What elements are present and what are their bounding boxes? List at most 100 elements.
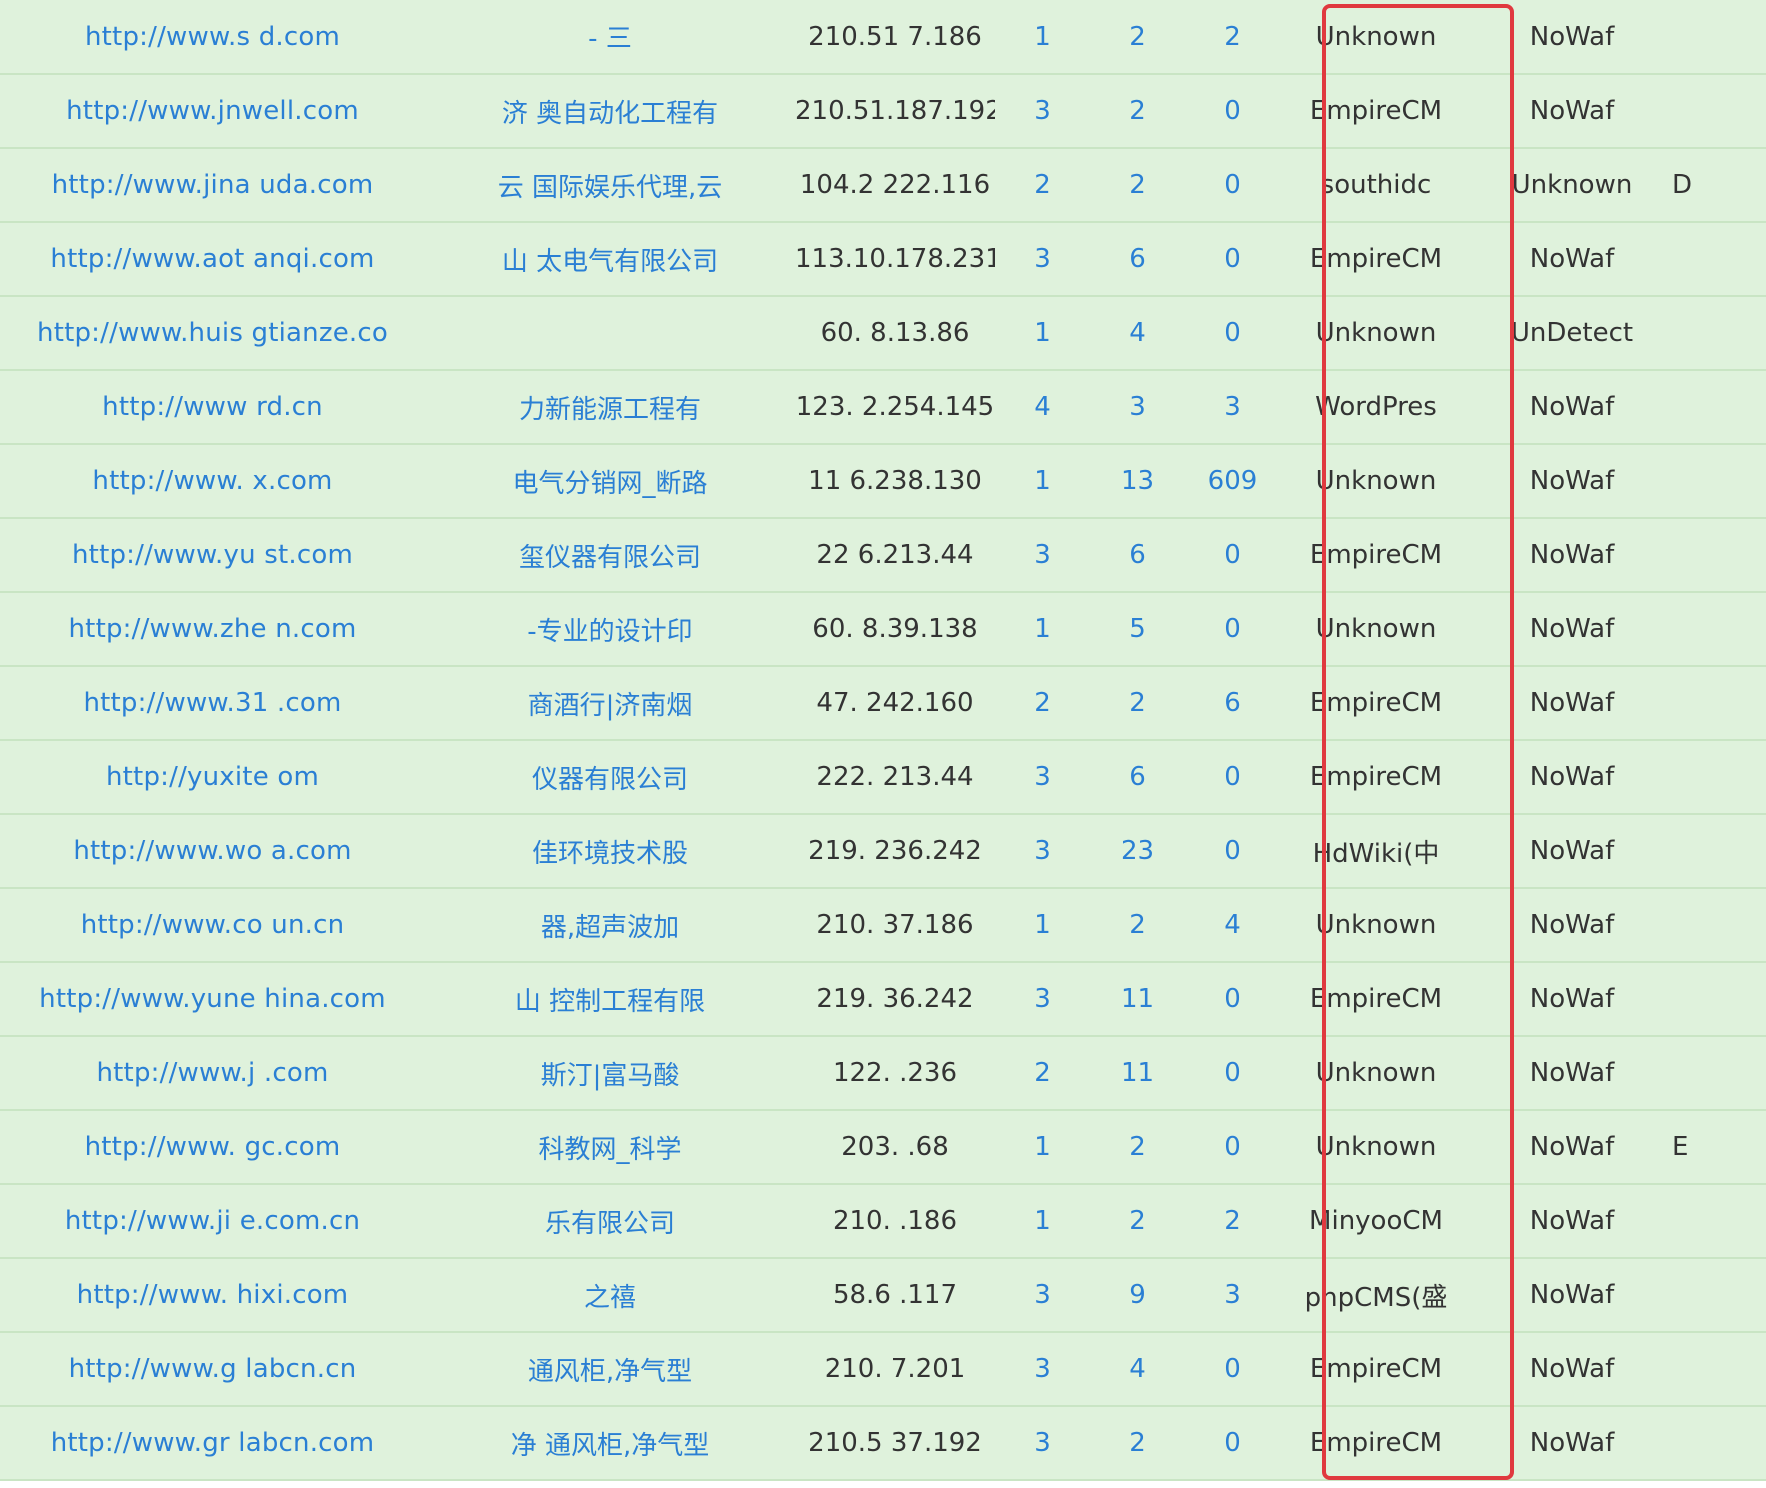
count-2-link[interactable]: 4 bbox=[1090, 296, 1185, 370]
count-2-link[interactable]: 2 bbox=[1090, 888, 1185, 962]
count-2-link[interactable]: 11 bbox=[1090, 1036, 1185, 1110]
site-url-link[interactable]: http://www.ji e.com.cn bbox=[0, 1184, 425, 1258]
count-3-link[interactable]: 0 bbox=[1185, 74, 1280, 148]
site-title-link[interactable]: 电气分销网_断路 bbox=[425, 444, 795, 518]
site-title-link[interactable]: 仪器有限公司 bbox=[425, 740, 795, 814]
site-title-link[interactable]: 通风柜,净气型 bbox=[425, 1332, 795, 1406]
count-2-link[interactable]: 2 bbox=[1090, 148, 1185, 222]
count-3-link[interactable]: 0 bbox=[1185, 518, 1280, 592]
site-title-link[interactable]: 乐有限公司 bbox=[425, 1184, 795, 1258]
count-2-link[interactable]: 4 bbox=[1090, 1332, 1185, 1406]
count-3-link[interactable]: 0 bbox=[1185, 1110, 1280, 1184]
count-1-link[interactable]: 3 bbox=[995, 814, 1090, 888]
count-1-link[interactable]: 3 bbox=[995, 740, 1090, 814]
site-title-link[interactable]: 佳环境技术股 bbox=[425, 814, 795, 888]
count-1-link[interactable]: 4 bbox=[995, 370, 1090, 444]
site-url-link[interactable]: http://www.31 .com bbox=[0, 666, 425, 740]
site-url-link[interactable]: http://www. gc.com bbox=[0, 1110, 425, 1184]
site-title-link[interactable]: - 三 bbox=[425, 0, 795, 74]
count-3-link[interactable]: 2 bbox=[1185, 1184, 1280, 1258]
count-3-link[interactable]: 0 bbox=[1185, 814, 1280, 888]
count-1-link[interactable]: 3 bbox=[995, 962, 1090, 1036]
count-2-link[interactable]: 6 bbox=[1090, 222, 1185, 296]
site-title-link[interactable]: 云 国际娱乐代理,云 bbox=[425, 148, 795, 222]
count-3-link[interactable]: 6 bbox=[1185, 666, 1280, 740]
count-3-link[interactable]: 3 bbox=[1185, 370, 1280, 444]
site-title-link[interactable]: 器,超声波加 bbox=[425, 888, 795, 962]
site-url-link[interactable]: http://www.co un.cn bbox=[0, 888, 425, 962]
count-3-link[interactable]: 0 bbox=[1185, 592, 1280, 666]
site-url-link[interactable]: http://www.jina uda.com bbox=[0, 148, 425, 222]
count-3-link[interactable]: 0 bbox=[1185, 1406, 1280, 1480]
count-1-link[interactable]: 3 bbox=[995, 222, 1090, 296]
count-1-link[interactable]: 1 bbox=[995, 0, 1090, 74]
count-2-link[interactable]: 2 bbox=[1090, 74, 1185, 148]
site-url-link[interactable]: http://www.gr labcn.com bbox=[0, 1406, 425, 1480]
site-url-link[interactable]: http://www.yune hina.com bbox=[0, 962, 425, 1036]
count-1-link[interactable]: 3 bbox=[995, 518, 1090, 592]
count-3-link[interactable]: 3 bbox=[1185, 1258, 1280, 1332]
count-3-link[interactable]: 0 bbox=[1185, 962, 1280, 1036]
site-title-link[interactable]: 净 通风柜,净气型 bbox=[425, 1406, 795, 1480]
site-url-link[interactable]: http://www.s d.com bbox=[0, 0, 425, 74]
site-title-link[interactable]: 商酒行|济南烟 bbox=[425, 666, 795, 740]
site-url-link[interactable]: http://www.huis gtianze.co bbox=[0, 296, 425, 370]
site-url-link[interactable]: http://www.yu st.com bbox=[0, 518, 425, 592]
site-url-link[interactable]: http://www.wo a.com bbox=[0, 814, 425, 888]
site-url-link[interactable]: http://www.zhe n.com bbox=[0, 592, 425, 666]
count-2-link[interactable]: 2 bbox=[1090, 0, 1185, 74]
site-url-link[interactable]: http://www rd.cn bbox=[0, 370, 425, 444]
count-3-link[interactable]: 4 bbox=[1185, 888, 1280, 962]
count-3-link[interactable]: 0 bbox=[1185, 148, 1280, 222]
count-3-link[interactable]: 0 bbox=[1185, 1332, 1280, 1406]
site-title-link[interactable]: 山 控制工程有限 bbox=[425, 962, 795, 1036]
count-1-link[interactable]: 2 bbox=[995, 148, 1090, 222]
site-title-link[interactable]: 科教网_科学 bbox=[425, 1110, 795, 1184]
count-2-link[interactable]: 13 bbox=[1090, 444, 1185, 518]
site-url-link[interactable]: http://www.g labcn.cn bbox=[0, 1332, 425, 1406]
count-1-link[interactable]: 2 bbox=[995, 1036, 1090, 1110]
count-2-link[interactable]: 2 bbox=[1090, 1406, 1185, 1480]
count-2-link[interactable]: 2 bbox=[1090, 1184, 1185, 1258]
site-title-link[interactable]: 玺仪器有限公司 bbox=[425, 518, 795, 592]
count-3-link[interactable]: 0 bbox=[1185, 1036, 1280, 1110]
site-url-link[interactable]: http://www.jnwell.com bbox=[0, 74, 425, 148]
count-2-link[interactable]: 6 bbox=[1090, 740, 1185, 814]
site-url-link[interactable]: http://yuxite om bbox=[0, 740, 425, 814]
site-title-link[interactable]: 济 奥自动化工程有 bbox=[425, 74, 795, 148]
site-title-link[interactable]: 山 太电气有限公司 bbox=[425, 222, 795, 296]
count-1-link[interactable]: 3 bbox=[995, 1406, 1090, 1480]
count-2-link[interactable]: 11 bbox=[1090, 962, 1185, 1036]
count-1-link[interactable]: 2 bbox=[995, 666, 1090, 740]
count-3-link[interactable]: 0 bbox=[1185, 296, 1280, 370]
count-2-link[interactable]: 23 bbox=[1090, 814, 1185, 888]
count-1-link[interactable]: 1 bbox=[995, 1110, 1090, 1184]
count-1-link[interactable]: 1 bbox=[995, 444, 1090, 518]
site-url-link[interactable]: http://www. x.com bbox=[0, 444, 425, 518]
count-2-link[interactable]: 2 bbox=[1090, 666, 1185, 740]
count-2-link[interactable]: 2 bbox=[1090, 1110, 1185, 1184]
count-1-link[interactable]: 1 bbox=[995, 592, 1090, 666]
site-title-link[interactable] bbox=[425, 296, 795, 370]
count-1-link[interactable]: 1 bbox=[995, 296, 1090, 370]
site-url-link[interactable]: http://www. hixi.com bbox=[0, 1258, 425, 1332]
site-title-link[interactable]: 力新能源工程有 bbox=[425, 370, 795, 444]
site-url-link[interactable]: http://www.j .com bbox=[0, 1036, 425, 1110]
count-2-link[interactable]: 9 bbox=[1090, 1258, 1185, 1332]
count-1-link[interactable]: 3 bbox=[995, 1332, 1090, 1406]
count-1-link[interactable]: 3 bbox=[995, 74, 1090, 148]
count-1-link[interactable]: 3 bbox=[995, 1258, 1090, 1332]
count-1-link[interactable]: 1 bbox=[995, 888, 1090, 962]
site-title-link[interactable]: -专业的设计印 bbox=[425, 592, 795, 666]
count-2-link[interactable]: 5 bbox=[1090, 592, 1185, 666]
site-url-link[interactable]: http://www.aot anqi.com bbox=[0, 222, 425, 296]
count-1-link[interactable]: 1 bbox=[995, 1184, 1090, 1258]
site-title-link[interactable]: 斯汀|富马酸 bbox=[425, 1036, 795, 1110]
site-title-link[interactable]: 之禧 bbox=[425, 1258, 795, 1332]
count-2-link[interactable]: 6 bbox=[1090, 518, 1185, 592]
count-3-link[interactable]: 2 bbox=[1185, 0, 1280, 74]
count-3-link[interactable]: 0 bbox=[1185, 740, 1280, 814]
count-3-link[interactable]: 0 bbox=[1185, 222, 1280, 296]
count-3-link[interactable]: 609 bbox=[1185, 444, 1280, 518]
count-2-link[interactable]: 3 bbox=[1090, 370, 1185, 444]
